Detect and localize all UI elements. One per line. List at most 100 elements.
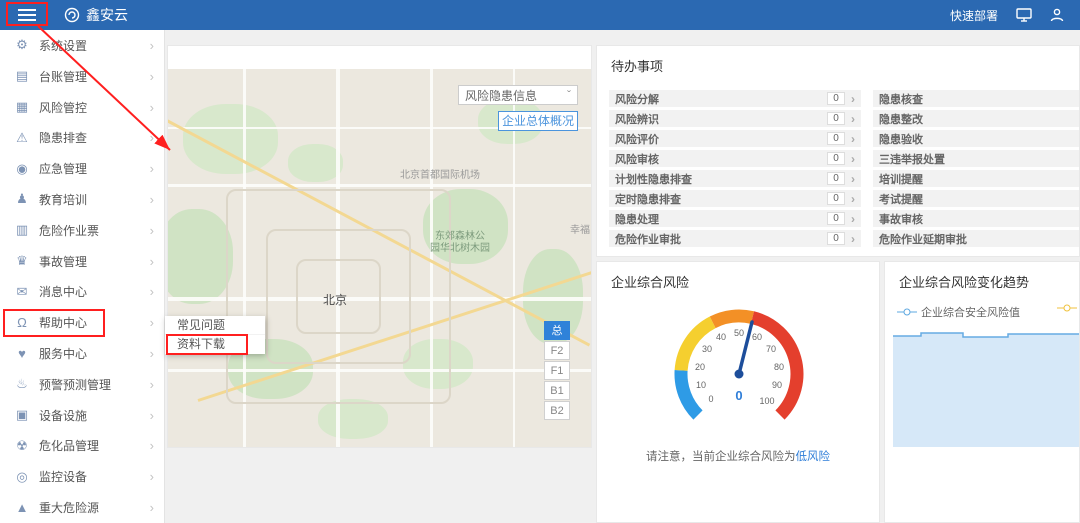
sidebar-item-education-training[interactable]: ♟教育培训›: [0, 184, 164, 215]
floor-button-b2[interactable]: B2: [544, 401, 570, 420]
sidebar-item-help-center[interactable]: Ω帮助中心›: [0, 307, 164, 338]
floor-button-all[interactable]: 总: [544, 321, 570, 340]
todo-item[interactable]: 风险分解0›: [609, 90, 861, 107]
risk-level-link[interactable]: 低风险: [796, 451, 831, 463]
todo-item[interactable]: 三违举报处置: [873, 150, 1080, 167]
chevron-right-icon[interactable]: ›: [851, 232, 855, 246]
enterprise-overview-button[interactable]: 企业总体概况: [498, 111, 578, 131]
todo-item[interactable]: 事故审核: [873, 210, 1080, 227]
chevron-right-icon: ›: [150, 69, 154, 84]
sidebar-item-hazardous-chemicals[interactable]: ☢危化品管理›: [0, 431, 164, 462]
sidebar-item-major-hazard-source[interactable]: ▲重大危险源›: [0, 492, 164, 523]
chevron-right-icon[interactable]: ›: [851, 112, 855, 126]
floor-button-f2[interactable]: F2: [544, 341, 570, 360]
sidebar-item-system-settings[interactable]: ⚙系统设置›: [0, 30, 164, 61]
chevron-right-icon[interactable]: ›: [851, 192, 855, 206]
risk-gauge-panel: 企业综合风险 0 10 20 30 40 50 60 70 80 90 100 …: [596, 261, 880, 523]
svg-text:90: 90: [772, 380, 782, 390]
trophy-icon: ♛: [14, 253, 30, 269]
sidebar-item-emergency-management[interactable]: ◉应急管理›: [0, 153, 164, 184]
quick-deploy-link[interactable]: 快速部署: [950, 7, 998, 24]
sidebar-item-message-center[interactable]: ✉消息中心›: [0, 277, 164, 308]
map-panel: 北京首都国际机场 东郊森林公 园华北树木园 北京 幸福 风险隐患信息 ˇ 企业总…: [167, 45, 592, 448]
monitor-icon[interactable]: [1016, 8, 1032, 22]
chevron-right-icon[interactable]: ›: [851, 172, 855, 186]
map-label-east: 幸福: [570, 221, 590, 236]
svg-text:30: 30: [702, 344, 712, 354]
todo-item[interactable]: 危险作业审批0›: [609, 230, 861, 247]
risk-trend-chart: [893, 322, 1080, 447]
floor-selector: 总 F2 F1 B1 B2: [544, 321, 570, 420]
sidebar-item-accident-management[interactable]: ♛事故管理›: [0, 246, 164, 277]
floor-button-b1[interactable]: B1: [544, 381, 570, 400]
chevron-right-icon: ›: [150, 346, 154, 361]
sidebar-item-warning-prediction[interactable]: ♨预警预测管理›: [0, 369, 164, 400]
alarm-icon: ♨: [14, 376, 30, 392]
chevron-right-icon: ›: [150, 469, 154, 484]
count-badge: 0: [827, 132, 845, 145]
heart-icon: ♥: [14, 346, 30, 361]
todo-column-right: 隐患核查 隐患整改 隐患验收 三违举报处置 培训提醒 考试提醒 事故审核 危险作…: [873, 90, 1080, 250]
mail-icon: ✉: [14, 284, 30, 300]
todo-item[interactable]: 隐患核查: [873, 90, 1080, 107]
sidebar-item-equipment-facilities[interactable]: ▣设备设施›: [0, 400, 164, 431]
user-icon[interactable]: [1050, 8, 1064, 22]
map-shape: [183, 104, 278, 174]
svg-text:0: 0: [708, 394, 713, 404]
chevron-right-icon[interactable]: ›: [851, 92, 855, 106]
headset-icon: Ω: [14, 315, 30, 330]
menu-toggle-button[interactable]: [18, 6, 38, 24]
legend-marker-icon: [1057, 304, 1077, 312]
chevron-right-icon[interactable]: ›: [851, 212, 855, 226]
help-center-submenu: 常见问题 资料下载: [165, 316, 265, 354]
sidebar-item-monitoring-equipment[interactable]: ◎监控设备›: [0, 461, 164, 492]
ticket-icon: ▥: [14, 222, 30, 238]
chemical-icon: ☢: [14, 438, 30, 454]
map-label-city: 北京: [323, 291, 347, 308]
legend-marker-icon: [897, 308, 917, 316]
chevron-right-icon[interactable]: ›: [851, 152, 855, 166]
target-icon: ◉: [14, 161, 30, 177]
todo-item[interactable]: 培训提醒: [873, 170, 1080, 187]
chevron-right-icon: ›: [150, 284, 154, 299]
camera-icon: ◎: [14, 469, 30, 485]
chevron-right-icon: ›: [150, 408, 154, 423]
person-icon: ♟: [14, 191, 30, 207]
todo-item[interactable]: 隐患整改: [873, 110, 1080, 127]
submenu-item-faq[interactable]: 常见问题: [165, 316, 265, 335]
sidebar-item-risk-control[interactable]: ▦风险管控›: [0, 92, 164, 123]
gear-icon: ⚙: [14, 37, 30, 53]
chevron-right-icon: ›: [150, 100, 154, 115]
todo-item[interactable]: 危险作业延期审批: [873, 230, 1080, 247]
sidebar-item-service-center[interactable]: ♥服务中心›: [0, 338, 164, 369]
submenu-item-downloads[interactable]: 资料下载: [165, 335, 265, 354]
grid-icon: ▦: [14, 99, 30, 115]
floor-button-f1[interactable]: F1: [544, 361, 570, 380]
todo-panel-title: 待办事项: [611, 56, 663, 75]
chevron-right-icon: ›: [150, 315, 154, 330]
todo-item[interactable]: 计划性隐患排查0›: [609, 170, 861, 187]
todo-item[interactable]: 隐患验收: [873, 130, 1080, 147]
legend-item-secondary[interactable]: [1057, 304, 1077, 312]
sidebar-item-ledger-management[interactable]: ▤台账管理›: [0, 61, 164, 92]
chevron-right-icon: ›: [150, 223, 154, 238]
count-badge: 0: [827, 112, 845, 125]
hazard-icon: ▲: [14, 500, 30, 515]
todo-item[interactable]: 风险辨识0›: [609, 110, 861, 127]
todo-item[interactable]: 考试提醒: [873, 190, 1080, 207]
todo-item[interactable]: 隐患处理0›: [609, 210, 861, 227]
todo-item[interactable]: 风险审核0›: [609, 150, 861, 167]
todo-item[interactable]: 定时隐患排查0›: [609, 190, 861, 207]
chevron-right-icon[interactable]: ›: [851, 132, 855, 146]
map-canvas[interactable]: 北京首都国际机场 东郊森林公 园华北树木园 北京 幸福 风险隐患信息 ˇ 企业总…: [168, 69, 591, 447]
chevron-right-icon: ›: [150, 500, 154, 515]
chevron-right-icon: ›: [150, 377, 154, 392]
sidebar-item-dangerous-work-ticket[interactable]: ▥危险作业票›: [0, 215, 164, 246]
legend-item-risk-value[interactable]: 企业综合安全风险值: [897, 304, 1020, 320]
sidebar-item-hazard-inspection[interactable]: ⚠隐患排查›: [0, 122, 164, 153]
risk-layer-dropdown[interactable]: 风险隐患信息 ˇ: [458, 85, 578, 105]
svg-text:60: 60: [752, 332, 762, 342]
todo-item[interactable]: 风险评价0›: [609, 130, 861, 147]
document-icon: ▤: [14, 68, 30, 84]
gauge-value: 0: [735, 388, 742, 403]
